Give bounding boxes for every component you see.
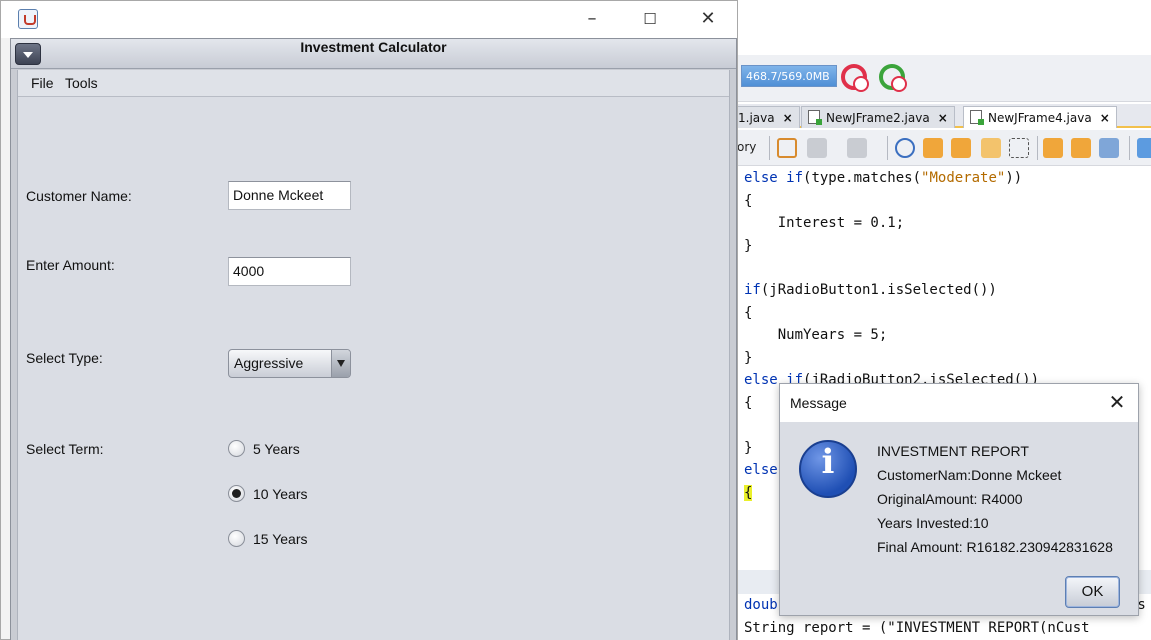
shift-left-icon[interactable] xyxy=(1137,138,1151,158)
info-icon: i xyxy=(799,440,857,498)
close-icon[interactable]: × xyxy=(783,111,793,125)
editor-toolbar: ory xyxy=(737,130,1151,166)
editor-tab-label: NewJFrame4.java xyxy=(988,111,1092,125)
close-icon[interactable]: × xyxy=(1100,111,1110,125)
next-bookmark-icon[interactable] xyxy=(1071,138,1091,158)
radio-15-years-label[interactable]: 15 Years xyxy=(253,531,308,547)
radio-10-years-label[interactable]: 10 Years xyxy=(253,486,308,502)
customer-name-field[interactable]: Donne Mckeet xyxy=(228,181,351,210)
editor-tab-label: NewJFrame2.java xyxy=(826,111,930,125)
toolbar-separator xyxy=(769,136,770,160)
code-line: NumYears = 5; xyxy=(744,327,888,343)
java-icon xyxy=(18,9,38,29)
code-line: } xyxy=(744,440,753,456)
last-edit-icon[interactable] xyxy=(777,138,797,158)
report-final-amount: Final Amount: R16182.230942831628 xyxy=(877,539,1113,555)
toolbar-separator xyxy=(887,136,888,160)
toggle-highlight-icon[interactable] xyxy=(981,138,1001,158)
system-menu-icon[interactable] xyxy=(15,43,41,65)
code-line: else if(type.matches("Moderate")) xyxy=(744,170,1023,186)
chevron-down-icon[interactable] xyxy=(331,350,350,377)
code-line: { xyxy=(744,395,753,411)
code-line: else xyxy=(744,462,778,478)
toolbar-separator xyxy=(1129,136,1130,160)
menu-file[interactable]: File xyxy=(31,75,54,91)
back-icon[interactable] xyxy=(807,138,827,158)
code-line: } xyxy=(744,238,753,254)
form-panel: File Tools Customer Name: Donne Mckeet E… xyxy=(17,70,730,640)
code-line: doub xyxy=(744,597,778,613)
editor-tab-label: 1.java xyxy=(738,111,775,125)
amount-field[interactable]: 4000 xyxy=(228,257,351,286)
customer-name-label: Customer Name: xyxy=(26,188,132,204)
code-line: if(jRadioButton1.isSelected()) xyxy=(744,282,997,298)
maximize-icon[interactable]: ☐ xyxy=(637,7,663,31)
ok-button[interactable]: OK xyxy=(1065,576,1120,608)
report-original-amount: OriginalAmount: R4000 xyxy=(877,491,1023,507)
java-file-icon xyxy=(970,110,984,125)
previous-bookmark-icon[interactable] xyxy=(1043,138,1063,158)
internal-frame: Investment Calculator File Tools Custome… xyxy=(10,38,737,640)
history-tab-label[interactable]: ory xyxy=(737,140,756,154)
radio-10-years[interactable] xyxy=(228,485,245,502)
term-label: Select Term: xyxy=(26,441,104,457)
type-combobox-value: Aggressive xyxy=(234,355,304,371)
menu-bar: File Tools xyxy=(18,70,729,97)
profiler-icon[interactable] xyxy=(841,64,869,92)
toggle-bookmark-icon[interactable] xyxy=(1099,138,1119,158)
os-titlebar[interactable]: – ☐ ✕ xyxy=(1,1,737,38)
forward-icon[interactable] xyxy=(847,138,867,158)
code-line: { xyxy=(744,193,753,209)
code-line: Interest = 0.1; xyxy=(744,215,905,231)
toggle-rect-select-icon[interactable] xyxy=(1009,138,1029,158)
radio-5-years[interactable] xyxy=(228,440,245,457)
minimize-icon[interactable]: – xyxy=(579,7,605,31)
dialog-title: Message xyxy=(790,395,847,411)
radio-5-years-label[interactable]: 5 Years xyxy=(253,441,300,457)
radio-15-years[interactable] xyxy=(228,530,245,547)
find-icon[interactable] xyxy=(895,138,915,158)
memory-indicator[interactable]: 468.7/569.0MB xyxy=(741,65,837,87)
find-next-icon[interactable] xyxy=(951,138,971,158)
code-line: { xyxy=(744,305,753,321)
frame-titlebar[interactable]: Investment Calculator xyxy=(11,39,736,69)
editor-tab-newjframe4[interactable]: NewJFrame4.java × xyxy=(963,106,1117,128)
amount-label: Enter Amount: xyxy=(26,257,115,273)
close-icon[interactable]: ✕ xyxy=(1106,391,1128,413)
report-heading: INVESTMENT REPORT xyxy=(877,443,1029,459)
editor-tab-1[interactable]: 1.java × xyxy=(737,106,800,128)
type-label: Select Type: xyxy=(26,350,103,366)
find-previous-icon[interactable] xyxy=(923,138,943,158)
close-icon[interactable]: ✕ xyxy=(695,7,721,31)
report-customer: CustomerNam:Donne Mckeet xyxy=(877,467,1062,483)
dialog-titlebar[interactable]: Message ✕ xyxy=(780,384,1138,422)
java-file-icon xyxy=(808,110,822,125)
ide-topbar xyxy=(737,0,1151,55)
toolbar-separator xyxy=(1037,136,1038,160)
editor-tabs: 1.java × NewJFrame2.java × NewJFrame4.java… xyxy=(737,104,1151,128)
profile-snapshot-icon[interactable] xyxy=(879,64,907,92)
type-combobox[interactable]: Aggressive xyxy=(228,349,351,378)
code-line: } xyxy=(744,350,753,366)
message-dialog: Message ✕ i INVESTMENT REPORT CustomerNa… xyxy=(779,383,1139,616)
code-line: { xyxy=(744,485,753,501)
close-icon[interactable]: × xyxy=(938,111,948,125)
report-years: Years Invested:10 xyxy=(877,515,989,531)
investment-app-window: – ☐ ✕ Investment Calculator File Tools C… xyxy=(0,0,738,640)
menu-tools[interactable]: Tools xyxy=(65,75,98,91)
code-line: String report = ("INVESTMENT REPORT(nCus… xyxy=(744,620,1090,636)
editor-tab-newjframe2[interactable]: NewJFrame2.java × xyxy=(801,106,955,128)
frame-title: Investment Calculator xyxy=(300,39,447,55)
